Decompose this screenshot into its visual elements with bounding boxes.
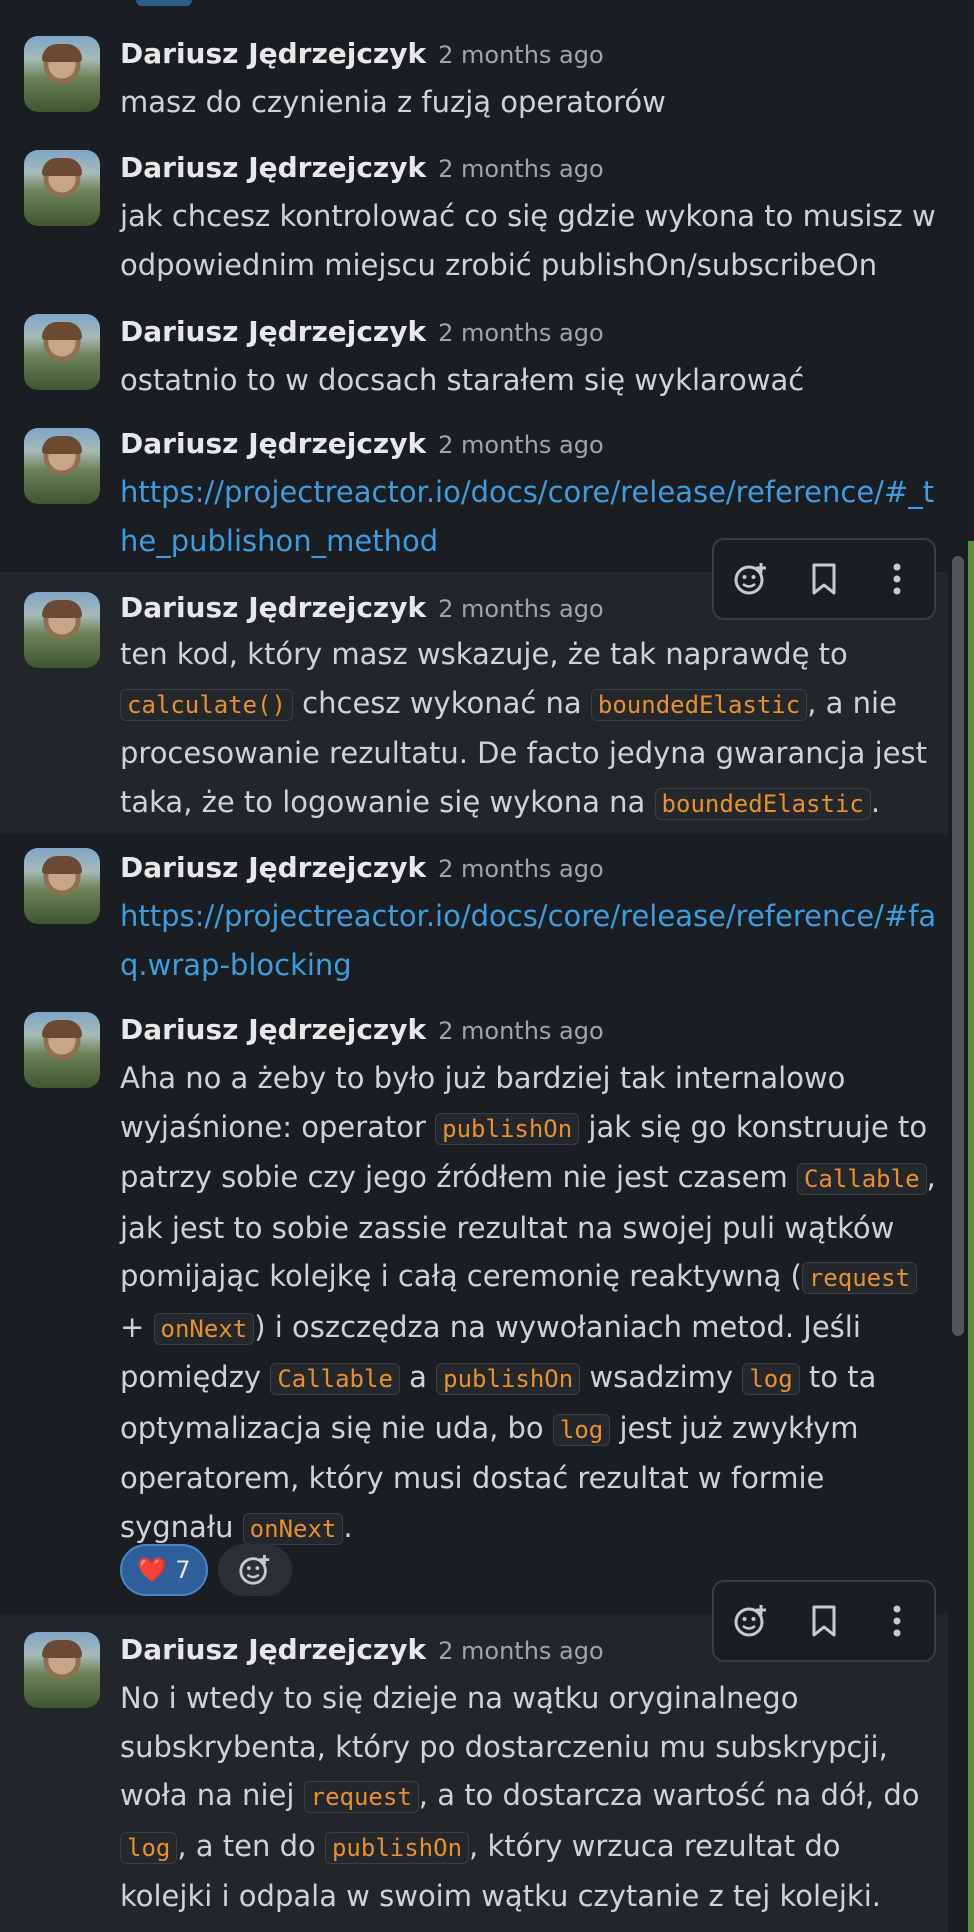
message-actions-toolbar: [712, 1580, 936, 1662]
heart-emoji-icon: ❤️: [137, 1556, 168, 1584]
avatar[interactable]: [24, 848, 100, 924]
inline-code: log: [120, 1831, 178, 1864]
avatar[interactable]: [24, 314, 100, 390]
inline-code: log: [742, 1363, 800, 1395]
timestamp[interactable]: 2 months ago: [438, 855, 604, 883]
message-header: Dariusz Jędrzejczyk 2 months ago: [120, 1010, 604, 1051]
author-name[interactable]: Dariusz Jędrzejczyk: [120, 591, 426, 624]
author-name[interactable]: Dariusz Jędrzejczyk: [120, 851, 426, 884]
message-2[interactable]: Dariusz Jędrzejczyk 2 months ago jak chce…: [0, 130, 948, 310]
inline-code: log: [552, 1413, 611, 1446]
message-header: Dariusz Jędrzejczyk 2 months ago: [120, 1630, 604, 1671]
message-7[interactable]: Dariusz Jędrzejczyk 2 months ago Aha no a…: [0, 996, 948, 1614]
message-text: ten kod, który masz wskazuje, że tak nap…: [120, 630, 938, 828]
inline-code: onNext: [153, 1312, 255, 1345]
message-text: No i wtedy to się dzieje na wątku orygin…: [120, 1674, 938, 1921]
heart-reaction-button[interactable]: ❤️ 7: [120, 1544, 208, 1596]
message-header: Dariusz Jędrzejczyk 2 months ago: [120, 848, 604, 889]
inline-code: boundedElastic: [654, 787, 871, 820]
scrollbar-thumb[interactable]: [952, 556, 964, 1336]
more-actions-icon[interactable]: [875, 557, 919, 601]
add-reaction-button[interactable]: [218, 1544, 292, 1596]
add-reaction-icon[interactable]: [729, 1599, 773, 1643]
author-name[interactable]: Dariusz Jędrzejczyk: [120, 151, 426, 184]
avatar[interactable]: [24, 36, 100, 112]
inline-code: publishOn: [435, 1112, 580, 1145]
inline-code: Callable: [796, 1163, 927, 1195]
avatar[interactable]: [24, 592, 100, 668]
inline-code: publishOn: [324, 1831, 470, 1864]
bookmark-icon[interactable]: [802, 1599, 846, 1643]
text-segment: +: [120, 1309, 154, 1344]
add-reaction-icon[interactable]: [729, 557, 773, 601]
inline-code: onNext: [242, 1512, 344, 1545]
previous-message-edge: [136, 0, 192, 6]
add-reaction-icon: [239, 1554, 270, 1585]
inline-code: boundedElastic: [590, 688, 808, 721]
text-segment: ten kod, który masz wskazuje, że tak nap…: [120, 637, 848, 671]
message-link[interactable]: https://projectreactor.io/docs/core/rele…: [120, 899, 936, 982]
avatar[interactable]: [24, 150, 100, 226]
inline-code: calculate(): [120, 688, 293, 721]
timestamp[interactable]: 2 months ago: [438, 431, 604, 459]
message-actions-toolbar: [712, 538, 936, 620]
reactions-bar: ❤️ 7: [120, 1544, 292, 1596]
timestamp[interactable]: 2 months ago: [438, 319, 604, 347]
message-text: Aha no a żeby to było już bardziej tak i…: [120, 1054, 938, 1553]
avatar[interactable]: [24, 428, 100, 504]
bookmark-icon[interactable]: [802, 557, 846, 601]
reaction-count: 7: [175, 1556, 191, 1584]
inline-code: request: [303, 1781, 419, 1813]
text-segment: , a to dostarcza wartość na dół, do: [418, 1778, 920, 1812]
text-segment: .: [870, 784, 881, 819]
message-text: jak chcesz kontrolować co się gdzie wyko…: [120, 199, 936, 282]
message-text: ostatnio to w docsach starałem się wykla…: [120, 363, 805, 397]
message-text: masz do czynienia z fuzją operatorów: [120, 85, 666, 119]
text-segment: chcesz wykonać na: [292, 685, 591, 720]
timestamp[interactable]: 2 months ago: [438, 1017, 604, 1045]
inline-code: Callable: [270, 1363, 400, 1395]
timestamp[interactable]: 2 months ago: [438, 1637, 604, 1665]
message-header: Dariusz Jędrzejczyk 2 months ago: [120, 588, 604, 629]
message-3[interactable]: Dariusz Jędrzejczyk 2 months ago ostatnio…: [0, 310, 948, 420]
text-segment: , a ten do: [177, 1828, 325, 1863]
message-1[interactable]: Dariusz Jędrzejczyk 2 months ago masz do …: [0, 20, 948, 130]
author-name[interactable]: Dariusz Jędrzejczyk: [120, 315, 426, 348]
text-segment: wsadzimy: [580, 1360, 743, 1394]
text-segment: .: [343, 1509, 353, 1544]
inline-code: request: [801, 1262, 917, 1294]
timestamp[interactable]: 2 months ago: [438, 595, 604, 623]
message-header: Dariusz Jędrzejczyk 2 months ago: [120, 34, 604, 75]
window-edge: [968, 0, 974, 1932]
author-name[interactable]: Dariusz Jędrzejczyk: [120, 37, 426, 70]
message-header: Dariusz Jędrzejczyk 2 months ago: [120, 148, 604, 189]
message-6[interactable]: Dariusz Jędrzejczyk 2 months ago https://…: [0, 834, 948, 996]
message-link-container: https://projectreactor.io/docs/core/rele…: [120, 892, 938, 989]
author-name[interactable]: Dariusz Jędrzejczyk: [120, 1633, 426, 1666]
inline-code: publishOn: [436, 1363, 581, 1395]
author-name[interactable]: Dariusz Jędrzejczyk: [120, 1013, 426, 1046]
timestamp[interactable]: 2 months ago: [438, 41, 604, 69]
message-header: Dariusz Jędrzejczyk 2 months ago: [120, 312, 604, 353]
avatar[interactable]: [24, 1632, 100, 1708]
message-header: Dariusz Jędrzejczyk 2 months ago: [120, 424, 604, 465]
text-segment: a: [399, 1360, 437, 1394]
more-actions-icon[interactable]: [875, 1599, 919, 1643]
author-name[interactable]: Dariusz Jędrzejczyk: [120, 427, 426, 460]
timestamp[interactable]: 2 months ago: [438, 155, 604, 183]
avatar[interactable]: [24, 1012, 100, 1088]
